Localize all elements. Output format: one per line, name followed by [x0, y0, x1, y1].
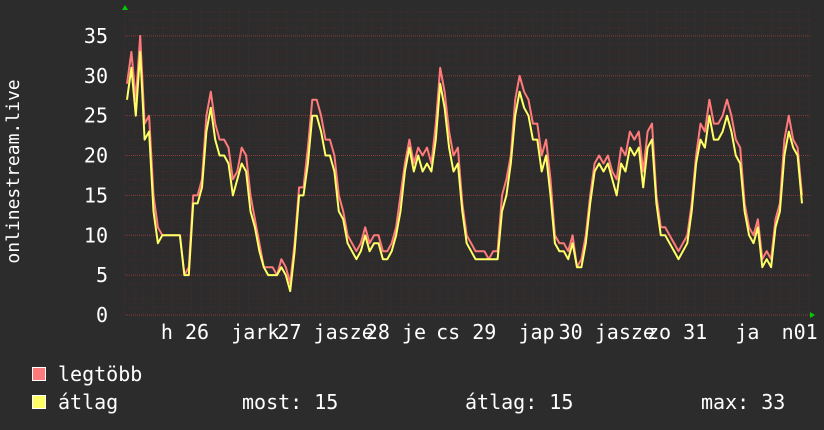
x-tick-label: jap — [518, 320, 554, 344]
x-axis-arrow — [810, 312, 815, 318]
stat-max: max: 33 — [701, 390, 786, 414]
x-tick-label: ja — [735, 320, 759, 344]
x-tick-label: 30 jasze — [559, 320, 655, 344]
y-tick-label: 35 — [84, 24, 108, 48]
legend-swatch-avg — [32, 395, 46, 409]
line-chart: 0 5 10 15 20 25 30 35 h 26 jark27 jasze28 je cs 29… — [3, 5, 824, 344]
x-tick-label: n01 fe — [782, 320, 824, 344]
x-tick-label: cs 29 — [436, 320, 496, 344]
stat-average: átlag: 15 — [465, 390, 574, 414]
y-axis-arrow — [122, 5, 128, 10]
legend-item-avg: átlag — [32, 390, 118, 414]
y-tick-label: 0 — [96, 303, 108, 327]
legend-item-max: legtöbb — [32, 362, 142, 386]
x-tick-label: h 26 — [161, 320, 209, 344]
y-tick-label: 25 — [84, 104, 108, 128]
legend-label-avg: átlag — [58, 390, 119, 414]
stat-now: most: 15 — [242, 390, 339, 414]
y-tick-label: 10 — [84, 223, 108, 247]
x-tick-label: zo 31 — [647, 320, 707, 344]
x-tick-label: 28 je — [366, 320, 426, 344]
y-tick-label: 5 — [96, 263, 108, 287]
y-tick-label: 15 — [84, 183, 108, 207]
x-tick-label: jark — [231, 320, 279, 344]
x-tick-label: 27 jasze — [277, 320, 373, 344]
y-axis-label: onlinestream.live — [3, 79, 24, 263]
legend-swatch-max — [32, 367, 46, 381]
y-tick-label: 30 — [84, 64, 108, 88]
y-tick-label: 20 — [84, 144, 108, 168]
legend-label-max: legtöbb — [58, 362, 143, 386]
